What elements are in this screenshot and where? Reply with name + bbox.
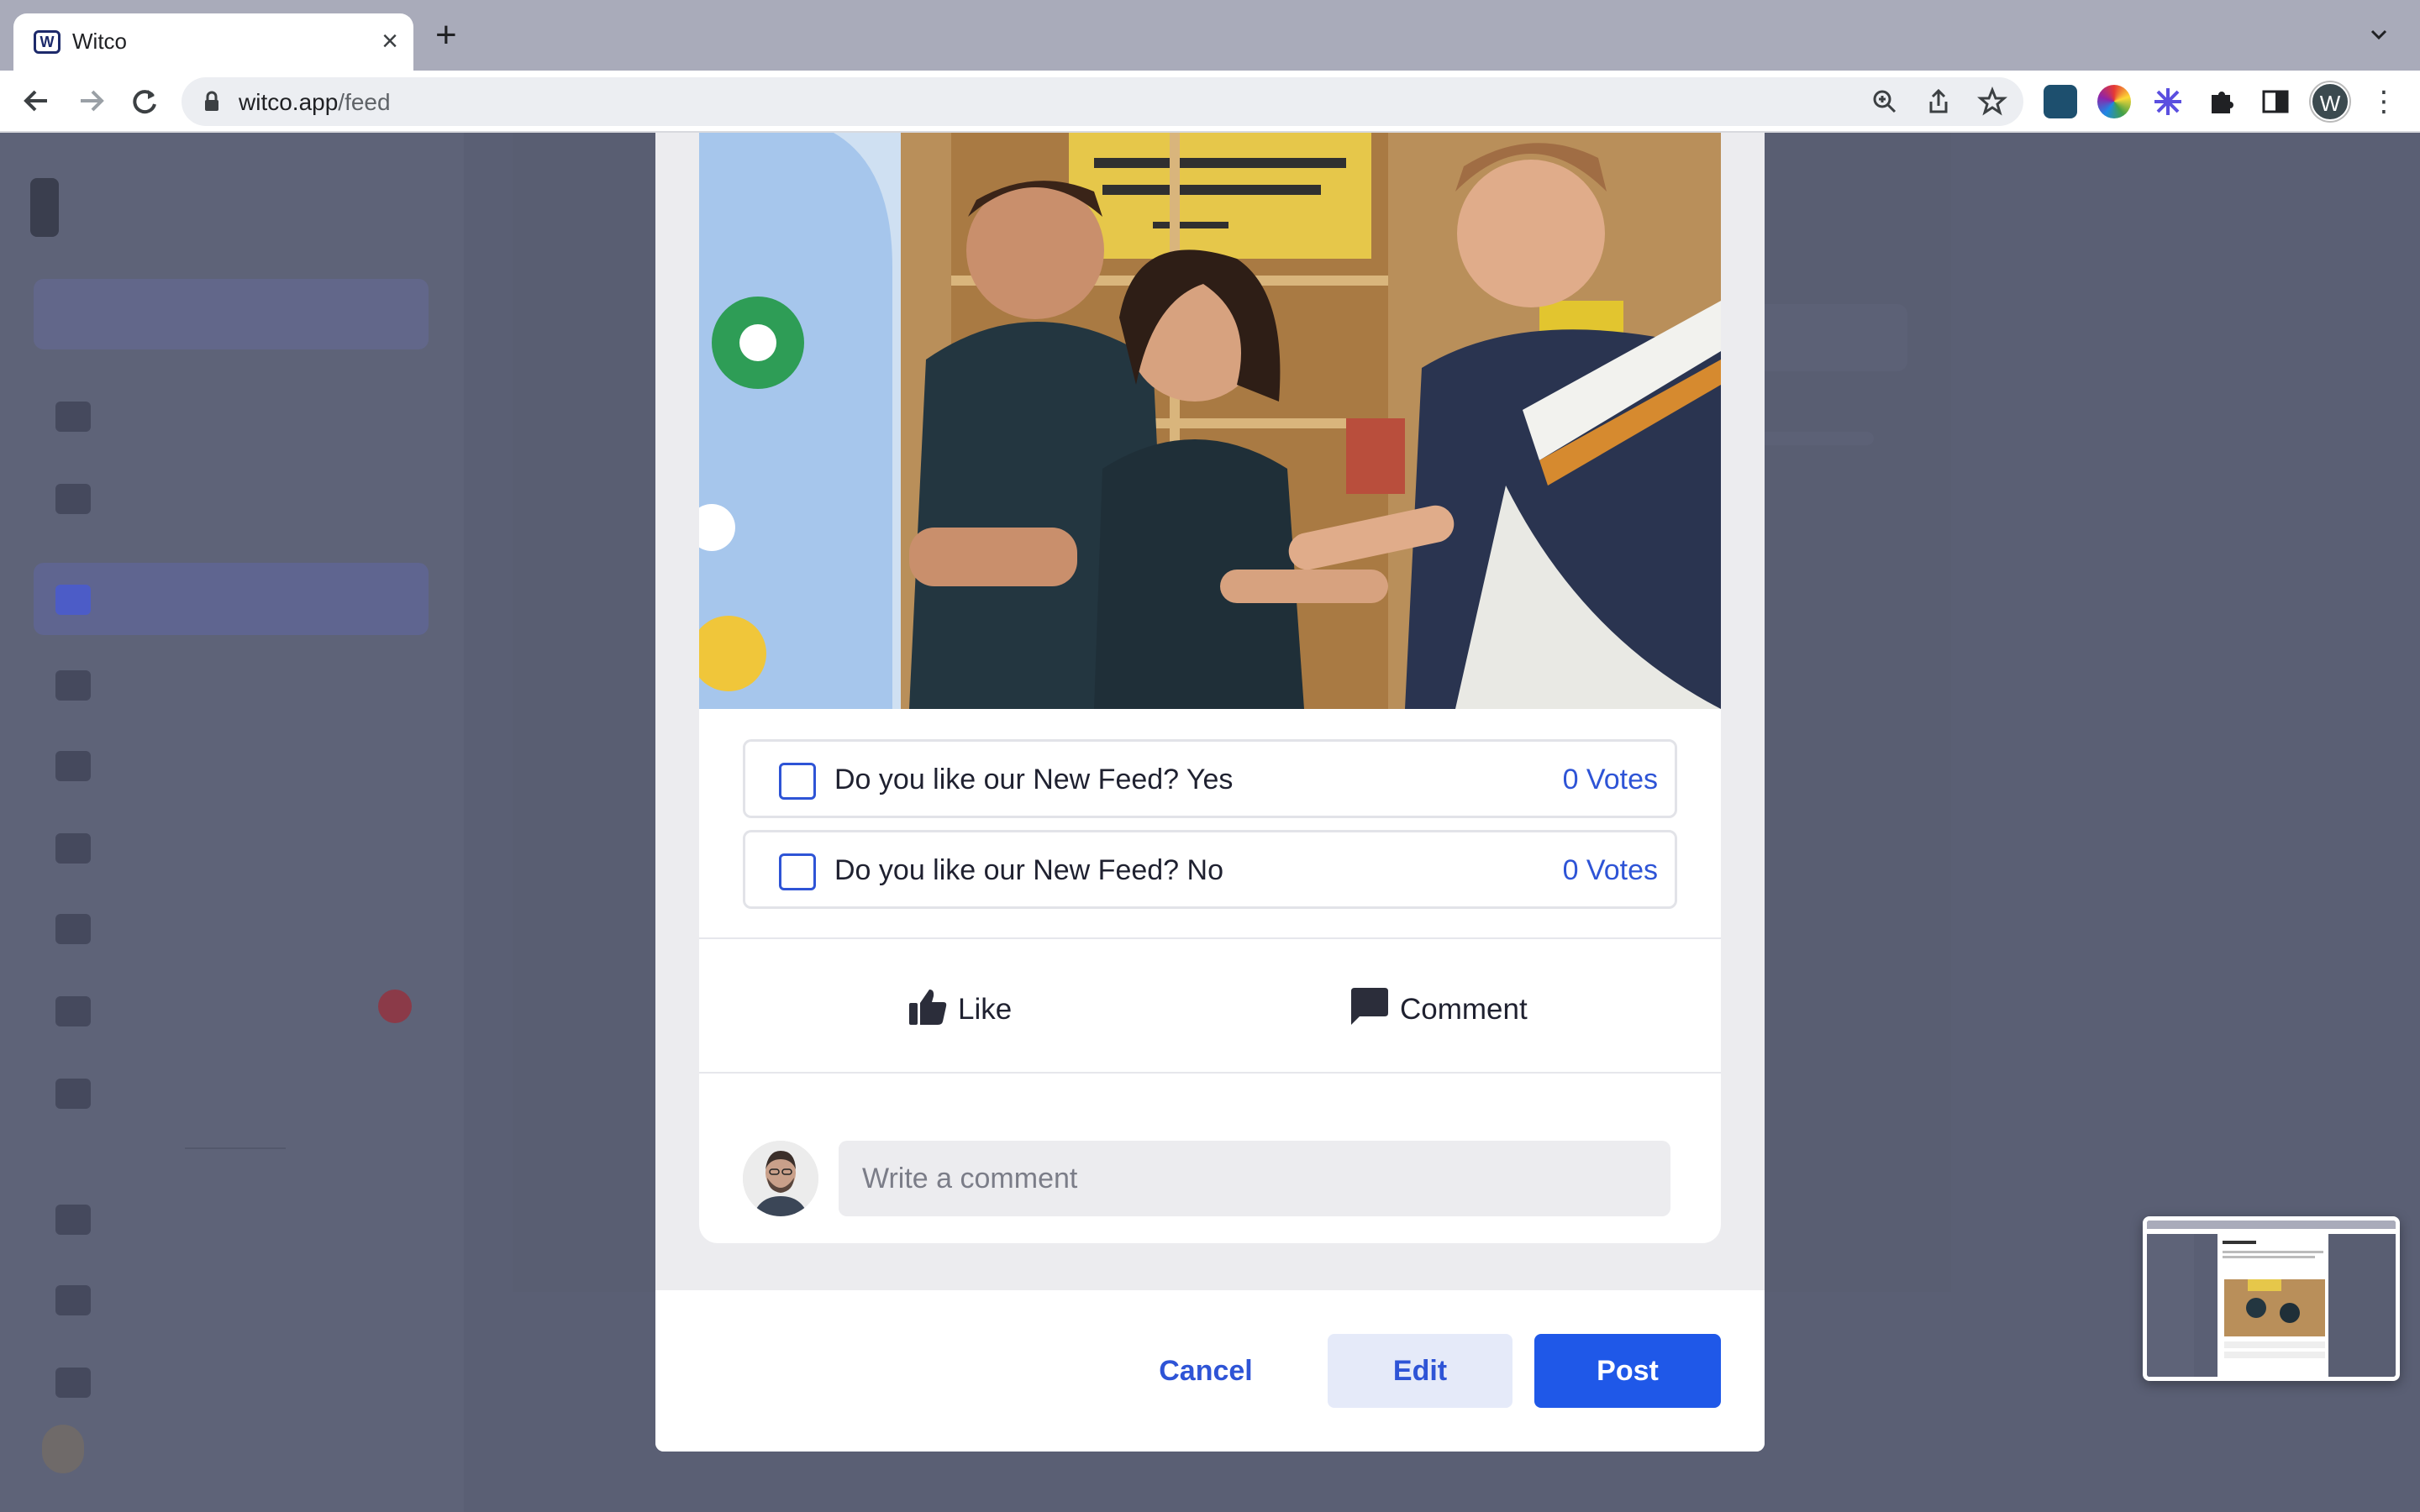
- post-button[interactable]: Post: [1534, 1334, 1721, 1408]
- poll-option-no[interactable]: Do you like our New Feed? No 0 Votes: [743, 830, 1677, 909]
- tab-search-chevron-icon[interactable]: [2370, 25, 2388, 44]
- url-host: witco.app: [239, 89, 339, 115]
- lock-icon: [205, 91, 218, 111]
- screen-share-preview: [2147, 1221, 2396, 1377]
- commenter-avatar-image: [743, 1141, 818, 1216]
- chat-icon: [55, 914, 91, 944]
- bookmark-star-icon[interactable]: [1976, 86, 2008, 118]
- calendar-icon: [55, 1205, 91, 1235]
- commenter-avatar: [743, 1141, 818, 1216]
- extension-color-picker-icon[interactable]: [2097, 85, 2131, 118]
- calendar-icon: [55, 670, 91, 701]
- poll-option-label: Do you like our New Feed? Yes: [834, 764, 1234, 795]
- browser-tab-bar: W Witco × +: [0, 0, 2420, 71]
- browser-toolbar: witco.app/feed W ⋮: [0, 71, 2420, 133]
- poll-option-yes[interactable]: Do you like our New Feed? Yes 0 Votes: [743, 739, 1677, 818]
- sidebar-item-feed: [34, 563, 429, 635]
- poll-checkbox-no[interactable]: [779, 853, 816, 890]
- browser-tab[interactable]: W Witco ×: [13, 13, 413, 71]
- post-preview-modal: Do you like our New Feed? Yes 0 Votes Do…: [655, 133, 1765, 1452]
- app-logo-icon: [30, 178, 59, 237]
- messenger-icon: [55, 402, 91, 432]
- extension-hubspot-icon[interactable]: [2044, 85, 2077, 118]
- divider: [699, 1072, 1721, 1074]
- cancel-button[interactable]: Cancel: [1143, 1334, 1269, 1408]
- sidebar-divider: [185, 1147, 286, 1149]
- poll-option-label: Do you like our New Feed? No: [834, 854, 1224, 886]
- address-bar[interactable]: witco.app/feed: [182, 77, 2023, 126]
- forward-arrow-icon[interactable]: [69, 79, 113, 123]
- comment-button[interactable]: Comment: [1349, 983, 1585, 1033]
- tab-title: Witco: [72, 29, 127, 54]
- comment-label: Comment: [1400, 993, 1528, 1026]
- new-tab-button[interactable]: +: [435, 17, 457, 54]
- comment-icon: [1351, 988, 1388, 1025]
- side-panel-icon[interactable]: [2259, 85, 2292, 118]
- screen-share-thumbnail[interactable]: [2143, 1216, 2400, 1381]
- extensions-puzzle-icon[interactable]: [2205, 85, 2238, 118]
- poll-vote-count: 0 Votes: [1562, 854, 1658, 886]
- calendar-icon: [55, 833, 91, 864]
- comment-input[interactable]: [839, 1141, 1670, 1216]
- organization-selector: [34, 279, 429, 349]
- like-label: Like: [958, 993, 1013, 1026]
- url-path: /feed: [338, 89, 391, 115]
- share-icon[interactable]: [1923, 86, 1954, 118]
- zoom-icon[interactable]: [1869, 86, 1901, 118]
- feed-home-icon: [55, 585, 91, 615]
- tag-icon: [55, 1368, 91, 1398]
- poll-vote-count: 0 Votes: [1562, 764, 1658, 795]
- post-photo: [699, 133, 1721, 709]
- post-preview-card: Do you like our New Feed? Yes 0 Votes Do…: [699, 133, 1721, 1243]
- like-button[interactable]: Like: [908, 983, 1076, 1033]
- witco-favicon-icon: W: [34, 30, 60, 54]
- thumbs-up-icon: [909, 990, 947, 1025]
- poll-checkbox-yes[interactable]: [779, 763, 816, 800]
- restaurant-icon: [55, 1079, 91, 1109]
- reload-icon[interactable]: [123, 79, 166, 123]
- back-arrow-icon[interactable]: [15, 79, 59, 123]
- forum-icon: [55, 1285, 91, 1315]
- sidebar: [0, 133, 464, 1512]
- extension-asterisk-icon[interactable]: [2151, 85, 2185, 118]
- notification-badge: [378, 990, 412, 1023]
- tab-close-button[interactable]: ×: [381, 25, 398, 57]
- divider: [699, 937, 1721, 939]
- calendar-icon: [55, 751, 91, 781]
- kebab-menu-icon[interactable]: ⋮: [2370, 82, 2398, 121]
- basket-icon: [55, 484, 91, 514]
- modal-footer: Cancel Edit Post: [655, 1290, 1765, 1452]
- profile-avatar[interactable]: W: [2311, 82, 2349, 121]
- store-icon: [55, 996, 91, 1026]
- url-text: witco.app/feed: [239, 89, 391, 116]
- edit-button[interactable]: Edit: [1328, 1334, 1512, 1408]
- user-avatar: [42, 1425, 84, 1473]
